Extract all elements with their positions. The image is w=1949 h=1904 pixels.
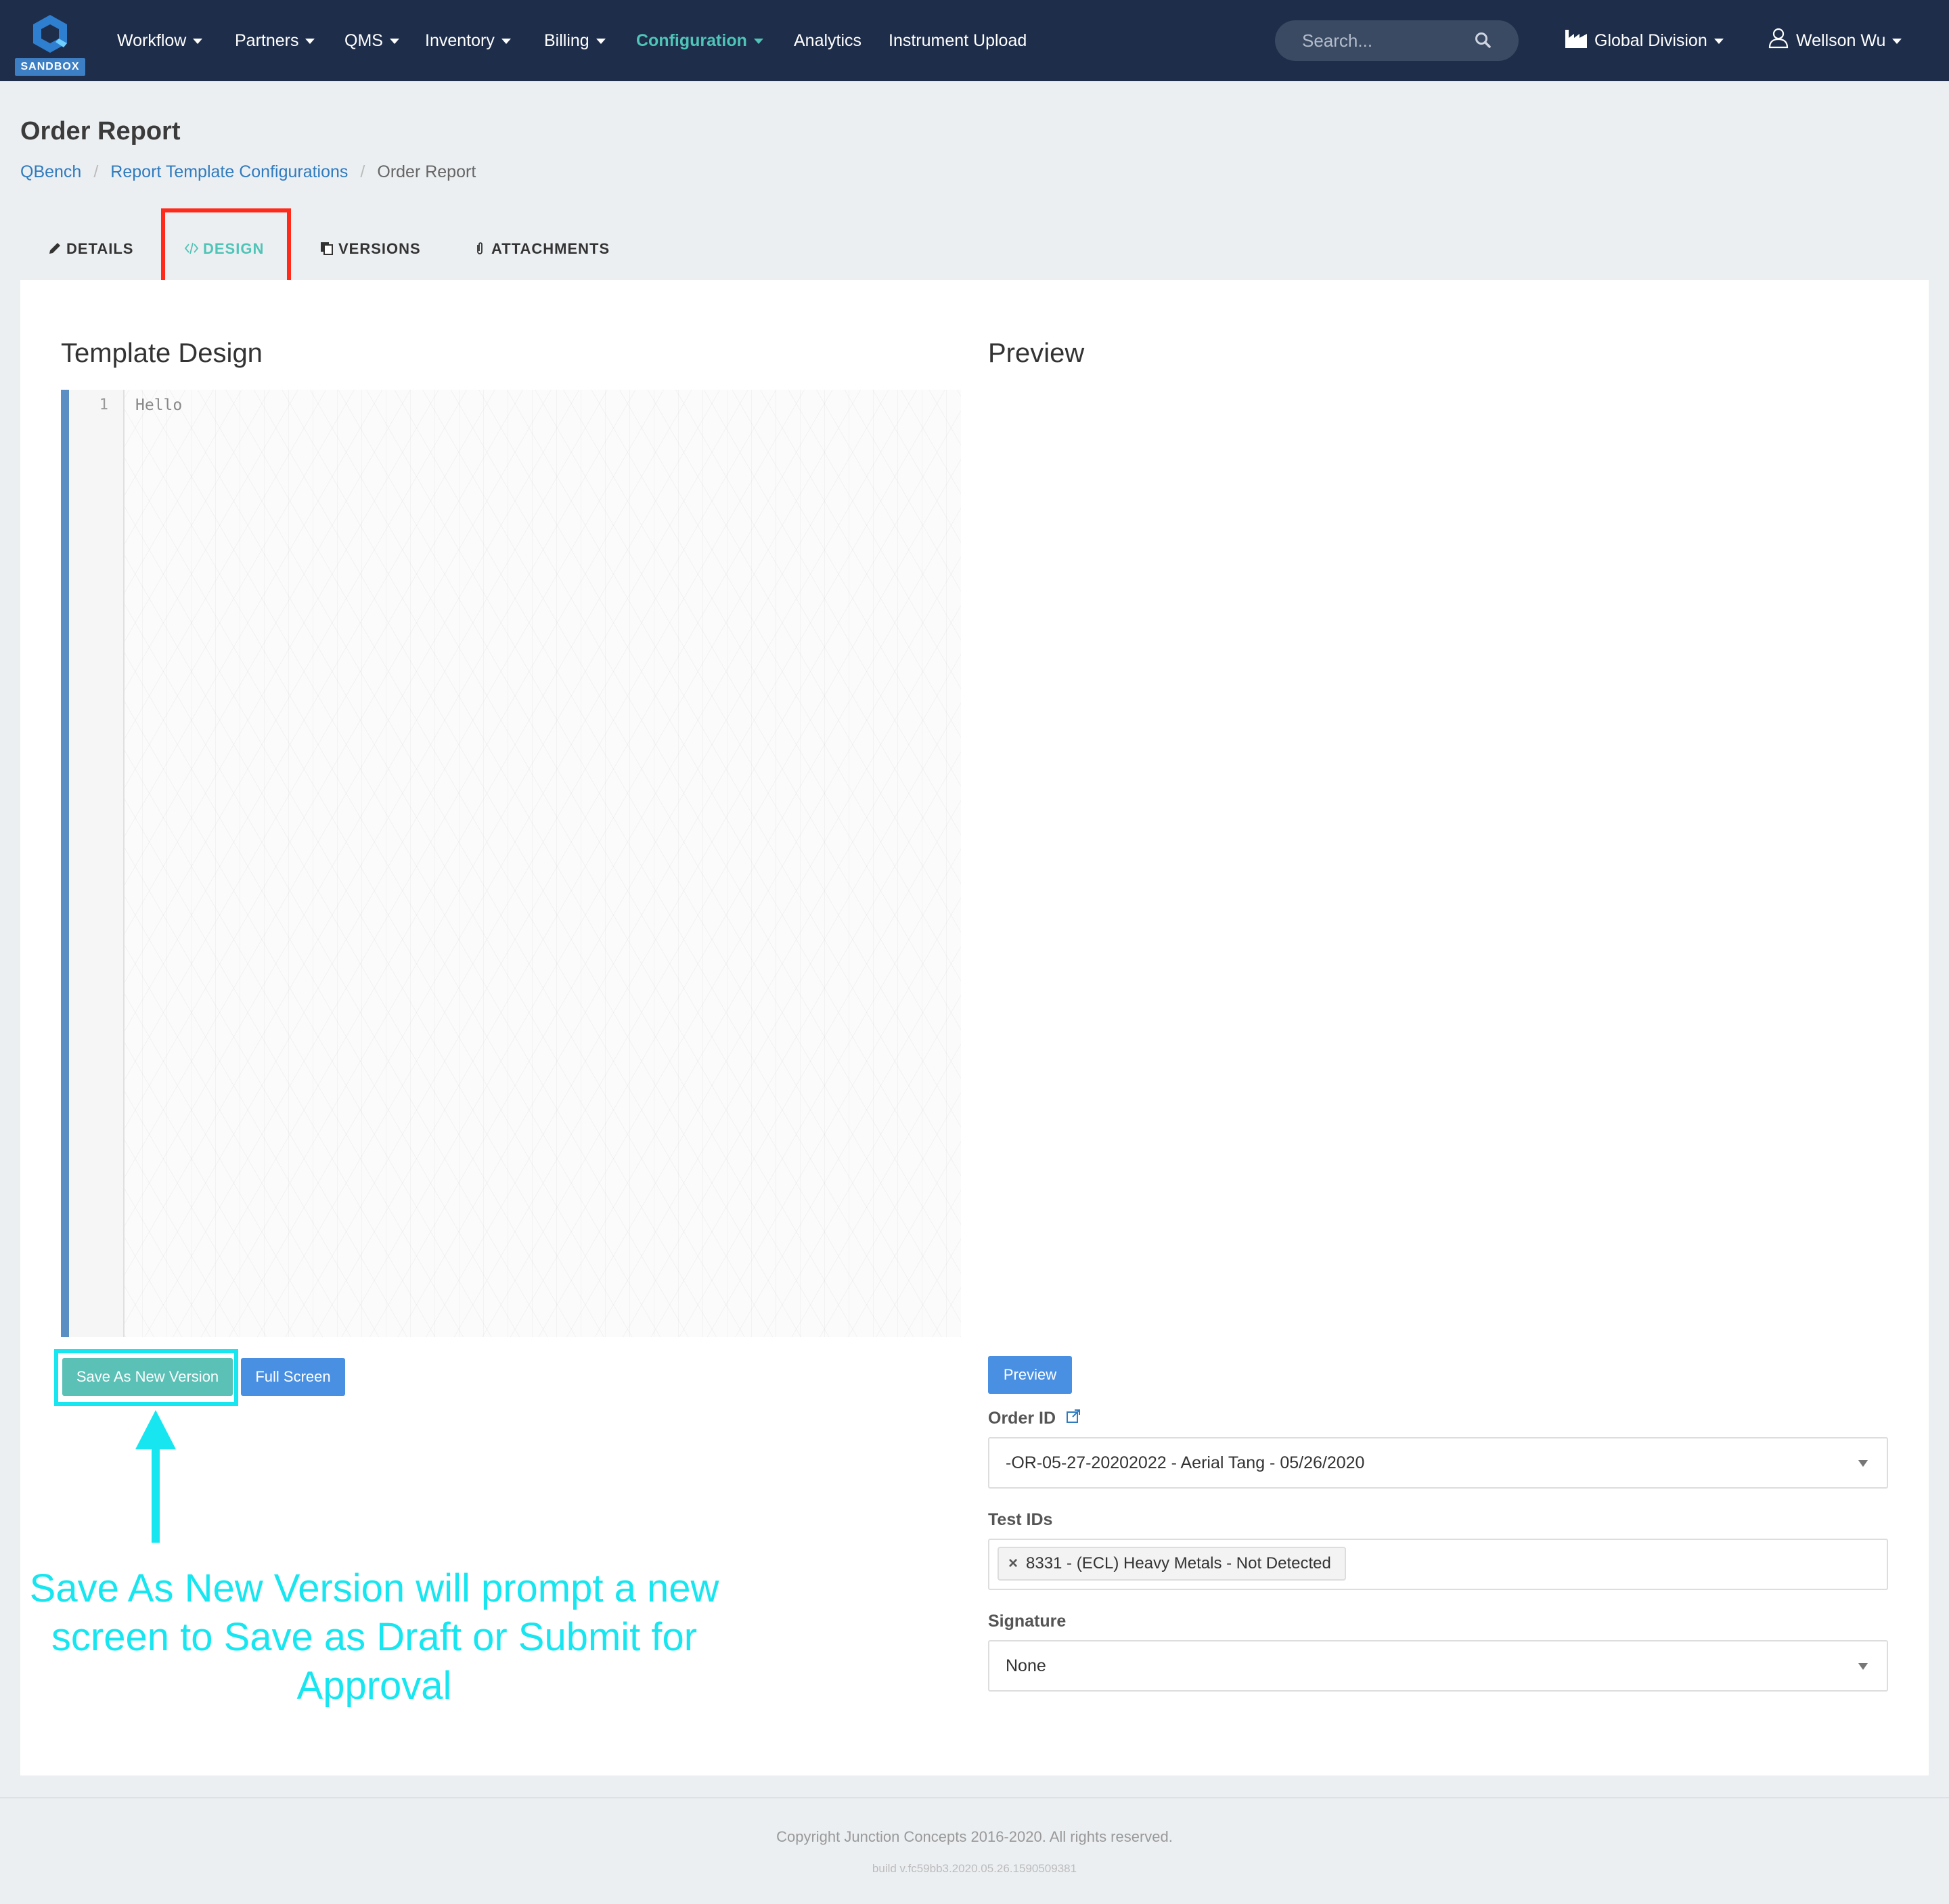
breadcrumb-separator: / <box>360 162 365 181</box>
full-screen-button[interactable]: Full Screen <box>241 1358 345 1396</box>
search-icon[interactable] <box>1474 31 1492 49</box>
copy-icon <box>321 242 333 256</box>
preview-button[interactable]: Preview <box>988 1356 1072 1394</box>
dropdown-arrow-icon <box>1858 1663 1868 1670</box>
tab-versions[interactable]: VERSIONS <box>319 235 421 263</box>
preview-title: Preview <box>988 338 1085 368</box>
chevron-down-icon <box>501 39 511 45</box>
qbench-logo[interactable]: SANDBOX <box>15 14 85 76</box>
line-number: 1 <box>99 396 108 413</box>
nav-qms[interactable]: QMS <box>344 27 399 54</box>
search-input[interactable] <box>1302 20 1478 61</box>
tab-details[interactable]: DETAILS <box>47 235 133 263</box>
nav-workflow[interactable]: Workflow <box>117 27 203 54</box>
order-id-label: Order ID <box>988 1409 1081 1428</box>
annotation-arrow-shaft <box>152 1437 160 1543</box>
user-icon <box>1768 28 1789 49</box>
design-tab-highlight <box>161 208 291 284</box>
test-ids-label: Test IDs <box>988 1510 1053 1529</box>
chevron-down-icon <box>1713 39 1724 45</box>
chevron-down-icon <box>389 39 399 45</box>
build-version: build v.fc59bb3.2020.05.26.1590509381 <box>872 1862 1077 1875</box>
sandbox-badge: SANDBOX <box>15 58 85 76</box>
signature-select[interactable]: None <box>988 1640 1888 1692</box>
signature-value: None <box>1006 1656 1046 1675</box>
breadcrumb: QBench / Report Template Configurations / Or… <box>20 162 476 182</box>
division-selector[interactable]: Global Division <box>1565 27 1724 54</box>
editor-gutter: 1 <box>69 390 125 1337</box>
test-id-tag: × 8331 - (ECL) Heavy Metals - Not Detecte… <box>998 1547 1346 1581</box>
chevron-down-icon <box>753 39 763 45</box>
nav-instrument-upload[interactable]: Instrument Upload <box>889 27 1027 54</box>
logo-icon <box>33 15 67 53</box>
global-search <box>1275 20 1519 61</box>
chevron-down-icon <box>1892 39 1902 45</box>
user-menu[interactable]: Wellson Wu <box>1768 27 1902 54</box>
chevron-down-icon <box>305 39 315 45</box>
dropdown-arrow-icon <box>1858 1460 1868 1467</box>
nav-configuration[interactable]: Configuration <box>636 27 763 54</box>
code-editor[interactable]: 1 Hello <box>61 390 961 1337</box>
nav-partners[interactable]: Partners <box>235 27 315 54</box>
copyright-text: Copyright Junction Concepts 2016-2020. A… <box>776 1828 1173 1845</box>
annotation-text: Save As New Version will prompt a new sc… <box>29 1566 719 1708</box>
breadcrumb-current: Order Report <box>377 162 476 181</box>
footer-divider <box>0 1797 1949 1798</box>
order-id-value: -OR-05-27-20202022 - Aerial Tang - 05/26… <box>1006 1453 1365 1472</box>
page-title: Order Report <box>20 117 181 145</box>
nav-inventory[interactable]: Inventory <box>425 27 511 54</box>
remove-tag-icon[interactable]: × <box>1008 1548 1019 1579</box>
order-id-select[interactable]: -OR-05-27-20202022 - Aerial Tang - 05/26… <box>988 1437 1888 1489</box>
signature-label: Signature <box>988 1612 1067 1631</box>
chevron-down-icon <box>596 39 606 45</box>
chevron-down-icon <box>193 39 203 45</box>
pencil-icon <box>49 243 60 254</box>
nav-analytics[interactable]: Analytics <box>794 27 861 54</box>
breadcrumb-qbench[interactable]: QBench <box>20 162 81 181</box>
paperclip-icon <box>477 242 483 255</box>
top-navbar: SANDBOX Workflow Partners QMS Inventory … <box>0 0 1949 81</box>
code-line[interactable]: Hello <box>135 396 182 414</box>
breadcrumb-report-template-configurations[interactable]: Report Template Configurations <box>110 162 348 181</box>
template-design-title: Template Design <box>61 338 263 368</box>
save-button-highlight <box>54 1349 238 1406</box>
test-ids-multiselect[interactable]: × 8331 - (ECL) Heavy Metals - Not Detecte… <box>988 1539 1888 1590</box>
tab-attachments[interactable]: ATTACHMENTS <box>472 235 610 263</box>
nav-billing[interactable]: Billing <box>544 27 606 54</box>
external-link-icon[interactable] <box>1066 1409 1081 1424</box>
factory-icon <box>1565 30 1587 49</box>
breadcrumb-separator: / <box>93 162 99 181</box>
